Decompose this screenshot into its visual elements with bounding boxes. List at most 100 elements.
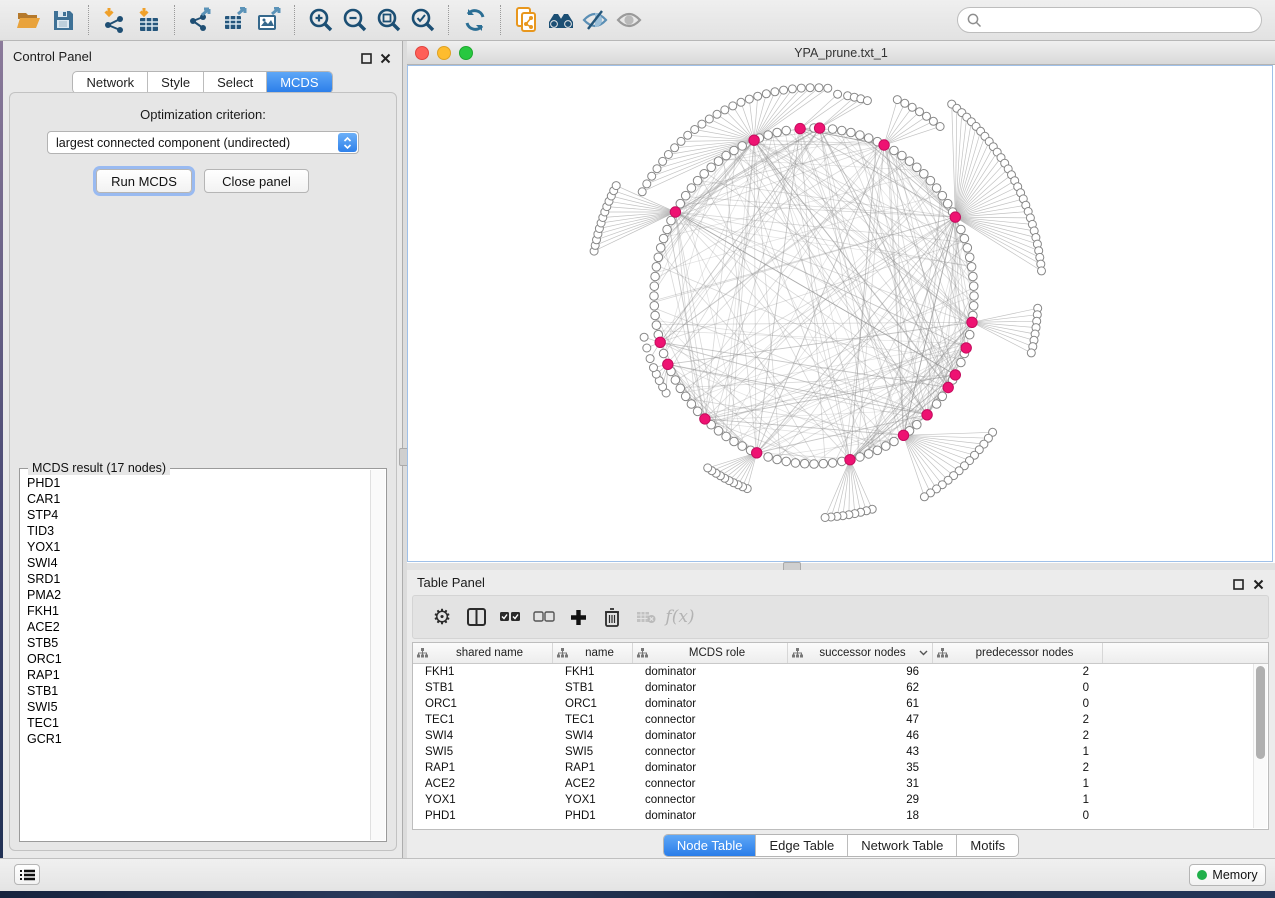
table-cell[interactable]: STB1 bbox=[553, 682, 633, 694]
graph-node[interactable] bbox=[970, 292, 979, 301]
function-builder-icon[interactable]: f(x) bbox=[663, 602, 697, 632]
graph-node[interactable] bbox=[773, 128, 782, 137]
table-cell[interactable]: FKH1 bbox=[413, 666, 553, 678]
result-list-item[interactable]: TEC1 bbox=[21, 715, 371, 731]
graph-node[interactable] bbox=[943, 199, 952, 208]
graph-hub-node[interactable] bbox=[845, 455, 855, 465]
toggle-column-panel-icon[interactable] bbox=[459, 602, 493, 632]
export-table-icon[interactable] bbox=[218, 5, 252, 35]
graph-node[interactable] bbox=[651, 311, 660, 320]
table-cell[interactable]: SWI5 bbox=[413, 746, 553, 758]
graph-leaf-node[interactable] bbox=[664, 151, 672, 159]
table-cell[interactable]: 47 bbox=[788, 714, 933, 726]
graph-hub-node[interactable] bbox=[950, 212, 960, 222]
import-table-icon[interactable] bbox=[132, 5, 166, 35]
graph-leaf-node[interactable] bbox=[771, 88, 779, 96]
graph-leaf-node[interactable] bbox=[653, 165, 661, 173]
table-row[interactable]: FKH1FKH1dominator962 bbox=[413, 664, 1268, 680]
table-cell[interactable]: 1 bbox=[933, 794, 1103, 806]
graph-node[interactable] bbox=[965, 253, 974, 262]
graph-node[interactable] bbox=[838, 126, 847, 135]
graph-node[interactable] bbox=[890, 437, 899, 446]
column-header-successor-nodes[interactable]: successor nodes bbox=[788, 643, 933, 663]
graph-node[interactable] bbox=[782, 457, 791, 466]
graph-node[interactable] bbox=[671, 376, 680, 385]
float-panel-icon[interactable] bbox=[361, 51, 372, 69]
graph-leaf-node[interactable] bbox=[806, 84, 814, 92]
graph-node[interactable] bbox=[652, 263, 661, 272]
result-list-item[interactable]: RAP1 bbox=[21, 667, 371, 683]
graph-node[interactable] bbox=[969, 282, 978, 291]
tab-style[interactable]: Style bbox=[148, 72, 204, 93]
table-cell[interactable]: 18 bbox=[788, 810, 933, 822]
graph-node[interactable] bbox=[920, 170, 929, 179]
graph-node[interactable] bbox=[700, 170, 709, 179]
graph-hub-node[interactable] bbox=[967, 317, 977, 327]
graph-node[interactable] bbox=[681, 392, 690, 401]
graph-hub-node[interactable] bbox=[749, 135, 759, 145]
graph-node[interactable] bbox=[738, 442, 747, 451]
table-cell[interactable]: YOX1 bbox=[553, 794, 633, 806]
float-table-panel-icon[interactable] bbox=[1233, 577, 1244, 595]
table-cell[interactable]: dominator bbox=[633, 762, 788, 774]
table-cell[interactable]: 43 bbox=[788, 746, 933, 758]
table-cell[interactable]: connector bbox=[633, 794, 788, 806]
table-cell[interactable]: 62 bbox=[788, 682, 933, 694]
graph-hub-node[interactable] bbox=[922, 410, 932, 420]
network-window-titlebar[interactable]: YPA_prune.txt_1 bbox=[407, 41, 1275, 65]
table-row[interactable]: SWI5SWI5connector431 bbox=[413, 744, 1268, 760]
tab-node-table[interactable]: Node Table bbox=[664, 835, 757, 856]
graph-leaf-node[interactable] bbox=[1027, 349, 1035, 357]
result-list-item[interactable]: GCR1 bbox=[21, 731, 371, 747]
graph-node[interactable] bbox=[722, 151, 731, 160]
result-list-item[interactable]: FKH1 bbox=[21, 603, 371, 619]
table-cell[interactable]: PHD1 bbox=[553, 810, 633, 822]
close-table-panel-icon[interactable] bbox=[1253, 577, 1264, 595]
graph-hub-node[interactable] bbox=[655, 337, 665, 347]
table-cell[interactable]: SWI4 bbox=[413, 730, 553, 742]
graph-node[interactable] bbox=[810, 460, 819, 469]
graph-leaf-node[interactable] bbox=[640, 333, 648, 341]
criterion-dropdown[interactable]: largest connected component (undirected) bbox=[47, 131, 359, 154]
tab-motifs[interactable]: Motifs bbox=[957, 835, 1018, 856]
table-row[interactable]: YOX1YOX1connector291 bbox=[413, 792, 1268, 808]
graph-node[interactable] bbox=[963, 244, 972, 253]
graph-hub-node[interactable] bbox=[961, 343, 971, 353]
table-cell[interactable]: connector bbox=[633, 746, 788, 758]
graph-node[interactable] bbox=[905, 157, 914, 166]
table-cell[interactable]: PHD1 bbox=[413, 810, 553, 822]
table-cell[interactable]: dominator bbox=[633, 698, 788, 710]
graph-node[interactable] bbox=[687, 184, 696, 193]
graph-node[interactable] bbox=[650, 282, 659, 291]
table-cell[interactable]: 2 bbox=[933, 666, 1103, 678]
graph-leaf-node[interactable] bbox=[893, 96, 901, 104]
result-list-item[interactable]: CAR1 bbox=[21, 491, 371, 507]
graph-hub-node[interactable] bbox=[670, 207, 680, 217]
graph-node[interactable] bbox=[687, 400, 696, 409]
table-cell[interactable]: ACE2 bbox=[553, 778, 633, 790]
graph-leaf-node[interactable] bbox=[713, 110, 721, 118]
graph-hub-node[interactable] bbox=[795, 123, 805, 133]
result-list-item[interactable]: ORC1 bbox=[21, 651, 371, 667]
table-cell[interactable]: connector bbox=[633, 778, 788, 790]
deselect-all-checkbox-icon[interactable] bbox=[527, 602, 561, 632]
refresh-view-icon[interactable] bbox=[458, 5, 492, 35]
graph-node[interactable] bbox=[969, 302, 978, 311]
graph-hub-node[interactable] bbox=[814, 123, 824, 133]
tab-network[interactable]: Network bbox=[73, 72, 148, 93]
table-cell[interactable]: RAP1 bbox=[553, 762, 633, 774]
close-panel-button[interactable]: Close panel bbox=[204, 169, 309, 193]
table-cell[interactable]: 0 bbox=[933, 682, 1103, 694]
table-cell[interactable]: 1 bbox=[933, 746, 1103, 758]
graph-leaf-node[interactable] bbox=[821, 514, 829, 522]
graph-node[interactable] bbox=[681, 191, 690, 200]
graph-node[interactable] bbox=[938, 191, 947, 200]
open-file-icon[interactable] bbox=[12, 5, 46, 35]
graph-node[interactable] bbox=[932, 184, 941, 193]
graph-leaf-node[interactable] bbox=[659, 157, 667, 165]
close-panel-icon[interactable] bbox=[380, 51, 391, 69]
delete-table-icon[interactable] bbox=[629, 602, 663, 632]
graph-node[interactable] bbox=[828, 459, 837, 468]
graph-leaf-node[interactable] bbox=[704, 464, 712, 472]
mcds-result-list[interactable]: PHD1CAR1STP4TID3YOX1SWI4SRD1PMA2FKH1ACE2… bbox=[21, 475, 371, 840]
